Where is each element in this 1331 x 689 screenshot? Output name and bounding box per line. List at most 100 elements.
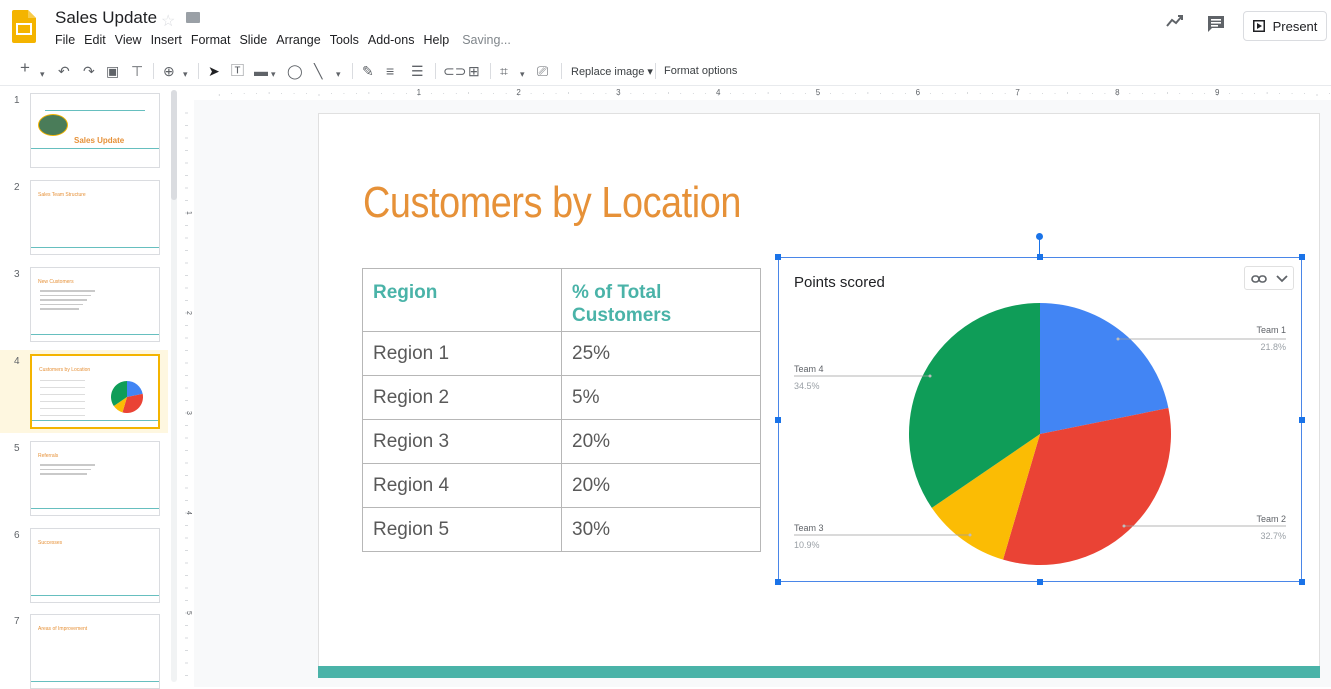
slide-thumbnail-3[interactable]: New Customers <box>30 267 160 342</box>
slide-thumbnail-2[interactable]: Sales Team Structure <box>30 180 160 255</box>
filmstrip-scroll-thumb[interactable] <box>171 90 177 200</box>
table-cell[interactable]: Region 3 <box>362 419 562 464</box>
pie-label-name: Team 4 <box>794 364 824 374</box>
menu-help[interactable]: Help <box>423 33 449 47</box>
ruler-label: 2 <box>516 88 521 97</box>
save-status: Saving... <box>462 33 511 47</box>
table-cell[interactable]: 30% <box>561 507 761 552</box>
shape-icon[interactable]: ◯ <box>287 63 303 79</box>
thumbnail-title: Successes <box>38 540 63 546</box>
table-cell[interactable]: 20% <box>561 419 761 464</box>
new-slide-icon[interactable]: + <box>20 59 30 76</box>
thumbnail-bullet-line <box>40 468 91 470</box>
border-dash-icon[interactable]: ☰ <box>411 63 424 79</box>
table-header-cell[interactable]: Region <box>362 268 562 332</box>
image-icon[interactable]: ▬ <box>254 63 268 79</box>
table-cell[interactable]: 25% <box>561 331 761 376</box>
ruler-label: 8 <box>1115 88 1120 97</box>
menu-edit[interactable]: Edit <box>84 33 106 47</box>
activity-dashboard-icon[interactable] <box>1166 14 1184 28</box>
thumbnail-title: New Customers <box>38 279 74 285</box>
thumbnail-table-line <box>40 415 85 416</box>
menu-bar: File Edit View Insert Format Slide Arran… <box>55 33 520 47</box>
present-button[interactable]: Present <box>1243 11 1327 41</box>
ruler-label: 7 <box>1015 88 1020 97</box>
thumbnail-table-line <box>40 408 85 409</box>
table-header-cell[interactable]: % of Total Customers <box>561 268 761 332</box>
new-slide-dropdown-icon[interactable]: ▾ <box>40 66 45 82</box>
slide-number: 6 <box>14 530 20 541</box>
crop-icon[interactable]: ⌗ <box>500 63 508 79</box>
thumbnail-bullet-line <box>40 464 95 466</box>
pie-label-value: 10.9% <box>794 540 820 550</box>
pie-chart <box>794 303 1286 565</box>
thumbnail-bullet-line <box>40 473 87 475</box>
paint-format-icon[interactable]: ⊤ <box>131 63 143 79</box>
ruler-label: 9 <box>1215 88 1220 97</box>
menu-format[interactable]: Format <box>191 33 231 47</box>
crop-dropdown-icon[interactable]: ▾ <box>520 66 525 82</box>
thumbnail-title: Sales Team Structure <box>38 192 86 198</box>
table-cell[interactable]: Region 5 <box>362 507 562 552</box>
text-box-icon[interactable]: 🅃 <box>231 63 244 79</box>
reset-image-icon[interactable]: ⎚ <box>537 63 548 79</box>
table-cell[interactable]: 20% <box>561 463 761 508</box>
pie-leader-dot <box>1116 337 1120 341</box>
table-row: Region 5 30% <box>362 507 761 552</box>
slide-thumbnail-5[interactable]: Referrals <box>30 441 160 516</box>
slide-thumbnail-1[interactable]: Sales Update <box>30 93 160 168</box>
slide-number: 7 <box>14 616 20 627</box>
table-cell[interactable]: 5% <box>561 375 761 420</box>
menu-view[interactable]: View <box>115 33 142 47</box>
select-icon[interactable]: ➤ <box>208 63 220 79</box>
table-cell[interactable]: Region 2 <box>362 375 562 420</box>
zoom-icon[interactable]: ⊕ <box>163 63 175 79</box>
table-cell[interactable]: Region 1 <box>362 331 562 376</box>
table-cell[interactable]: Region 4 <box>362 463 562 508</box>
thumbnail-logo <box>38 114 68 136</box>
slide-thumbnail-6[interactable]: Successes <box>30 528 160 603</box>
add-comment-icon[interactable]: ⊞ <box>468 63 480 79</box>
ruler-label: 5 <box>185 611 192 615</box>
line-icon[interactable]: ╲ <box>314 63 322 79</box>
line-dropdown-icon[interactable]: ▾ <box>336 66 341 82</box>
menu-arrange[interactable]: Arrange <box>276 33 320 47</box>
format-options-button[interactable]: Format options <box>664 65 737 77</box>
comments-icon[interactable] <box>1207 15 1225 33</box>
vertical-ruler[interactable]: 1 2 3 4 5 <box>181 100 193 687</box>
replace-image-button[interactable]: Replace image ▾ <box>571 65 653 78</box>
thumbnail-pie <box>111 381 143 413</box>
rotate-handle[interactable] <box>1036 233 1043 240</box>
redo-icon[interactable]: ↷ <box>83 63 95 79</box>
slide-title[interactable]: Customers by Location <box>363 178 741 228</box>
table-row: Region 4 20% <box>362 463 761 508</box>
data-table[interactable]: Region % of Total Customers Region 1 25%… <box>362 268 761 552</box>
slide-footer-bar <box>318 666 1320 678</box>
print-icon[interactable]: ▣ <box>106 63 119 79</box>
table-header-row: Region % of Total Customers <box>362 268 761 332</box>
menu-slide[interactable]: Slide <box>239 33 267 47</box>
thumbnail-bullet-line <box>40 294 91 296</box>
slides-logo-icon[interactable] <box>12 10 36 43</box>
undo-icon[interactable]: ↶ <box>58 63 70 79</box>
image-dropdown-icon[interactable]: ▾ <box>271 66 276 82</box>
link-icon[interactable]: ⊂⊃ <box>443 63 466 79</box>
menu-tools[interactable]: Tools <box>330 33 359 47</box>
border-color-icon[interactable]: ✎ <box>362 63 374 79</box>
star-icon[interactable]: ☆ <box>161 11 175 31</box>
slide-number: 5 <box>14 443 20 454</box>
slide-thumbnail-7[interactable]: Areas of Improvement <box>30 614 160 689</box>
menu-insert[interactable]: Insert <box>151 33 182 47</box>
menu-file[interactable]: File <box>55 33 75 47</box>
slide-thumbnail-4[interactable]: Customers by Location <box>30 354 160 429</box>
pie-label-name: Team 1 <box>1256 325 1286 335</box>
document-title[interactable]: Sales Update <box>55 8 157 28</box>
border-weight-icon[interactable]: ≡ <box>386 63 394 79</box>
table-row: Region 1 25% <box>362 331 761 376</box>
folder-icon[interactable] <box>186 12 200 23</box>
ruler-label: 3 <box>185 411 192 415</box>
zoom-dropdown-icon[interactable]: ▾ <box>183 66 188 82</box>
menu-addons[interactable]: Add-ons <box>368 33 415 47</box>
ruler-label: 1 <box>417 88 422 97</box>
horizontal-ruler[interactable]: 1 2 3 4 5 6 7 8 9 <box>192 86 1331 100</box>
